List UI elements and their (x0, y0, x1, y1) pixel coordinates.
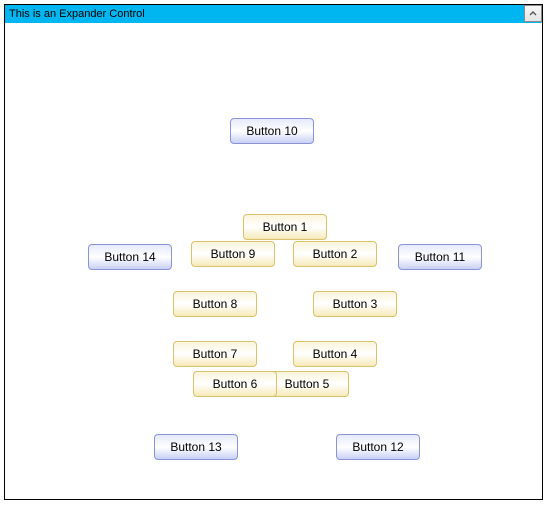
outer-button[interactable]: Button 14 (88, 244, 172, 270)
inner-button[interactable]: Button 8 (173, 291, 257, 317)
outer-button[interactable]: Button 12 (336, 434, 420, 460)
inner-button[interactable]: Button 9 (191, 241, 275, 267)
collapse-icon (528, 9, 538, 19)
inner-button[interactable]: Button 2 (293, 241, 377, 267)
expander-control: This is an Expander Control Button 1Butt… (4, 4, 543, 500)
outer-button[interactable]: Button 10 (230, 118, 314, 144)
expander-header[interactable]: This is an Expander Control (5, 5, 542, 23)
inner-button[interactable]: Button 4 (293, 341, 377, 367)
window: This is an Expander Control Button 1Butt… (0, 4, 549, 510)
outer-button[interactable]: Button 11 (398, 244, 482, 270)
inner-button[interactable]: Button 7 (173, 341, 257, 367)
inner-button[interactable]: Button 5 (265, 371, 349, 397)
outer-button[interactable]: Button 13 (154, 434, 238, 460)
expander-title: This is an Expander Control (9, 8, 145, 20)
inner-button[interactable]: Button 1 (243, 214, 327, 240)
inner-button[interactable]: Button 6 (193, 371, 277, 397)
expander-toggle[interactable] (524, 5, 542, 22)
inner-button[interactable]: Button 3 (313, 291, 397, 317)
expander-content: Button 1Button 2 Button 3 Button 4 Button 5… (5, 23, 542, 499)
